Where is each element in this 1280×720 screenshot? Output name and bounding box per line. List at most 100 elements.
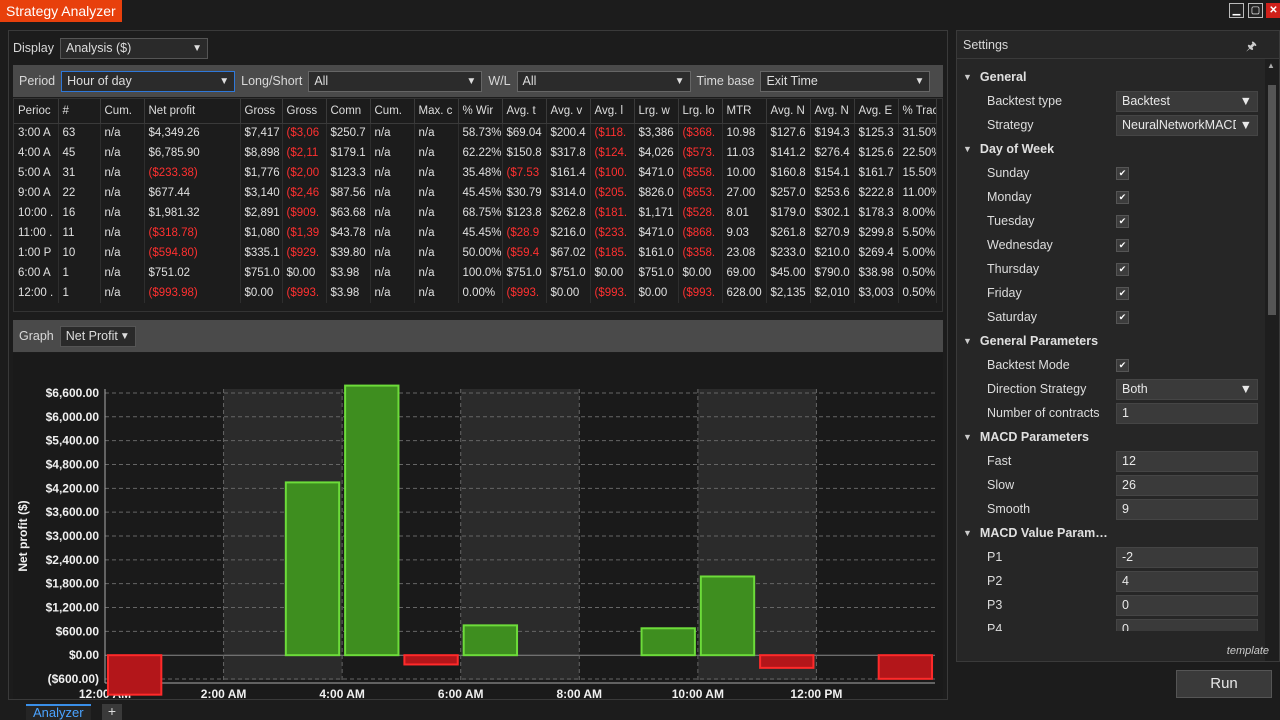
maximize-icon[interactable]: ▢ [1248,3,1263,18]
day-checkbox[interactable]: ✔ [1116,190,1129,204]
graph-dropdown[interactable]: Net Profit ▼ [59,325,136,347]
p1-input[interactable]: -2 [1116,546,1258,568]
period-dropdown[interactable]: Hour of day ▼ [61,70,236,92]
table-cell: ($528. [678,203,723,223]
template-link[interactable]: template [1227,645,1269,657]
backtest-mode-checkbox[interactable]: ✔ [1116,358,1129,372]
table-row[interactable]: 3:00 A 63 n/a $4,349.26 $7,417 ($3,06 $250.7 n/… [14,123,937,143]
period-label: Period [19,74,56,88]
p4-input[interactable]: 0 [1116,618,1258,631]
category-general-parameters[interactable]: ▼ General Parameters [957,329,1263,353]
collapse-icon[interactable]: ▼ [963,336,972,346]
column-header[interactable]: Net profit [144,99,241,124]
category-macd-value-parameters[interactable]: ▼ MACD Value Param… [957,521,1263,545]
table-row[interactable]: 5:00 A 31 n/a ($233.38) $1,776 ($2,00 $123.3 n/… [14,163,937,183]
table-row[interactable]: 12:00 . 1 n/a ($993.98) $0.00 ($993. $3.98 n/a n… [14,283,937,303]
table-cell: 23.08 [722,243,767,263]
run-button[interactable]: Run [1176,670,1272,698]
table-cell: 1 [58,283,101,303]
column-header[interactable]: Perioc [14,99,59,124]
contracts-input[interactable]: 1 [1116,402,1258,424]
add-tab-button[interactable]: + [102,704,122,720]
column-header[interactable]: Gross [240,99,283,124]
prop-label: Backtest Mode [987,358,1070,372]
day-checkbox[interactable]: ✔ [1116,286,1129,300]
column-header[interactable]: Avg. E [854,99,899,124]
day-checkbox[interactable]: ✔ [1116,214,1129,228]
table-cell: $2,135 [766,283,811,303]
fast-input[interactable]: 12 [1116,450,1258,472]
settings-scrollbar[interactable]: ▲ [1265,59,1279,661]
table-row[interactable]: 4:00 A 45 n/a $6,785.90 $8,898 ($2,11 $179.1 n/… [14,143,937,163]
prop-smooth: Smooth 9 [957,497,1263,521]
direction-dropdown[interactable]: Both ▼ [1116,378,1258,400]
minimize-icon[interactable]: ▁ [1229,3,1244,18]
column-header[interactable]: % Trac [898,99,937,124]
timebase-dropdown[interactable]: Exit Time ▼ [760,70,931,92]
y-tick-label: $2,400.00 [46,553,100,567]
tab-analyzer[interactable]: Analyzer [26,704,91,720]
column-header[interactable]: Cum. [100,99,145,124]
column-header[interactable]: Comn [326,99,371,124]
prop-value: NeuralNetworkMACD [1122,118,1236,132]
loss-bar [877,654,934,680]
backtest-type-dropdown[interactable]: Backtest ▼ [1116,90,1258,112]
table-cell: $216.0 [546,223,591,243]
table-cell: ($929. [282,243,327,263]
pin-icon[interactable]: 🖈 [1246,37,1257,58]
column-header[interactable]: MTR [722,99,767,124]
collapse-icon[interactable]: ▼ [963,528,972,538]
table-cell: $3,386 [634,123,679,143]
day-checkbox[interactable]: ✔ [1116,262,1129,276]
table-row[interactable]: 6:00 A 1 n/a $751.02 $751.0 $0.00 $3.98 n/a n/a 1… [14,263,937,283]
column-header[interactable]: Avg. v [546,99,591,124]
scrollbar-thumb[interactable] [1268,85,1276,315]
wl-label: W/L [488,74,511,88]
table-row[interactable]: 1:00 P 10 n/a ($594.80) $335.1 ($929. $39.80 n/… [14,243,937,263]
p2-input[interactable]: 4 [1116,570,1258,592]
smooth-input[interactable]: 9 [1116,498,1258,520]
column-header[interactable]: Gross [282,99,327,124]
table-cell: $43.78 [326,223,371,243]
category-day-of-week[interactable]: ▼ Day of Week [957,137,1263,161]
column-header[interactable]: % Wir [458,99,503,124]
table-cell: $194.3 [810,123,855,143]
table-cell: ($3,06 [282,123,327,143]
column-header[interactable]: Avg. l [590,99,635,124]
timebase-value: Exit Time [766,74,818,88]
column-header[interactable]: # [58,99,101,124]
column-header[interactable]: Avg. N [810,99,855,124]
p3-input[interactable]: 0 [1116,594,1258,616]
table-cell: $269.4 [854,243,899,263]
collapse-icon[interactable]: ▼ [963,72,972,82]
display-dropdown[interactable]: Analysis ($) ▼ [60,37,208,59]
scroll-up-icon[interactable]: ▲ [1267,61,1275,70]
table-row[interactable]: 9:00 A 22 n/a $677.44 $3,140 ($2,46 $87.56 n/a n… [14,183,937,203]
day-checkbox[interactable]: ✔ [1116,166,1129,180]
day-checkbox[interactable]: ✔ [1116,238,1129,252]
column-header[interactable]: Lrg. w [634,99,679,124]
profit-bar [462,624,519,657]
column-header[interactable]: Lrg. lo [678,99,723,124]
day-label: Wednesday [987,238,1053,252]
table-row[interactable]: 11:00 . 11 n/a ($318.78) $1,080 ($1,39 $43.78 n… [14,223,937,243]
table-row[interactable]: 10:00 . 16 n/a $1,981.32 $2,891 ($909. $63.68 n… [14,203,937,223]
y-tick-label: $5,400.00 [46,434,100,448]
collapse-icon[interactable]: ▼ [963,432,972,442]
table-cell: n/a [370,263,415,283]
slow-input[interactable]: 26 [1116,474,1258,496]
column-header[interactable]: Max. c [414,99,459,124]
day-checkbox[interactable]: ✔ [1116,310,1129,324]
column-header[interactable]: Cum. [370,99,415,124]
table-cell: $751.02 [144,263,241,283]
column-header[interactable]: Avg. t [502,99,547,124]
collapse-icon[interactable]: ▼ [963,144,972,154]
wl-dropdown[interactable]: All ▼ [516,70,691,92]
category-macd-parameters[interactable]: ▼ MACD Parameters [957,425,1263,449]
strategy-dropdown[interactable]: NeuralNetworkMACD ▼ [1116,114,1258,136]
category-general[interactable]: ▼ General [957,65,1263,89]
close-icon[interactable]: ✕ [1266,3,1280,18]
column-header[interactable]: Avg. N [766,99,811,124]
table-cell: $471.0 [634,223,679,243]
longshort-dropdown[interactable]: All ▼ [308,70,483,92]
